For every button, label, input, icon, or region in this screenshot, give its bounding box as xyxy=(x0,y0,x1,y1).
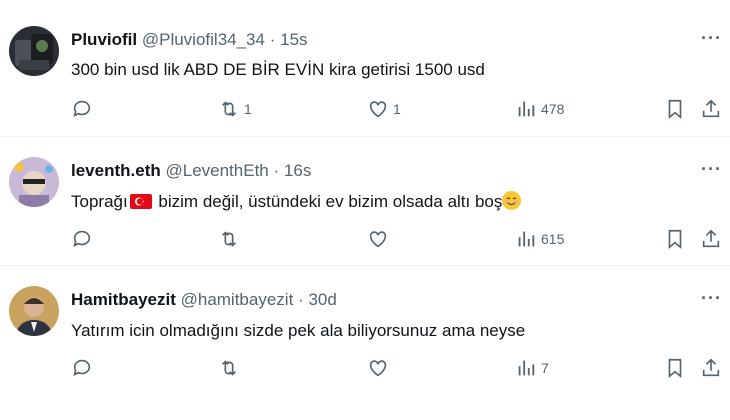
tweet-header: leventh.eth @LeventhEth · 16s xyxy=(71,161,311,181)
like-count: 1 xyxy=(393,101,401,117)
bookmark-button[interactable] xyxy=(664,97,686,121)
views-count: 615 xyxy=(541,231,565,247)
action-bar: 7 xyxy=(0,356,730,380)
share-button[interactable] xyxy=(700,227,722,251)
avatar[interactable] xyxy=(9,157,59,207)
share-icon xyxy=(702,229,720,248)
avatar-image xyxy=(9,157,59,207)
more-icon[interactable]: ··· xyxy=(701,288,722,309)
retweet-icon xyxy=(221,360,237,376)
tweet-header: Hamitbayezit @hamitbayezit · 30d xyxy=(71,290,337,310)
reply-button[interactable] xyxy=(71,356,97,380)
reply-icon xyxy=(73,359,91,376)
views-button[interactable]: 7 xyxy=(515,356,549,380)
tweet[interactable]: Hamitbayezit @hamitbayezit · 30d ··· Yat… xyxy=(0,266,730,420)
tweet-feed: Pluviofil @Pluviofil34_34 · 15s ··· 300 … xyxy=(0,0,730,420)
views-icon xyxy=(518,360,535,376)
tweet-text-part: bizim değil, üstündeki ev bizim olsada a… xyxy=(153,192,503,211)
bookmark-icon xyxy=(668,358,682,379)
like-button[interactable] xyxy=(367,356,393,380)
views-count: 478 xyxy=(541,101,565,117)
like-icon xyxy=(369,360,387,377)
author-name[interactable]: Pluviofil xyxy=(71,30,137,49)
tweet[interactable]: leventh.eth @LeventhEth · 16s ··· Toprağ… xyxy=(0,137,730,266)
views-button[interactable]: 478 xyxy=(515,97,564,121)
retweet-icon xyxy=(221,231,237,247)
reply-button[interactable] xyxy=(71,97,97,121)
tweet-header: Pluviofil @Pluviofil34_34 · 15s xyxy=(71,30,308,50)
bookmark-icon xyxy=(668,229,682,250)
avatar-image xyxy=(9,26,59,76)
bookmark-button[interactable] xyxy=(664,227,686,251)
tweet-text-part: Toprağı xyxy=(71,192,128,211)
retweet-count: 1 xyxy=(244,101,252,117)
views-button[interactable]: 615 xyxy=(515,227,564,251)
like-button[interactable] xyxy=(367,227,393,251)
retweet-button[interactable] xyxy=(218,227,244,251)
share-button[interactable] xyxy=(700,97,722,121)
tweet[interactable]: Pluviofil @Pluviofil34_34 · 15s ··· 300 … xyxy=(0,0,730,137)
tweet-time[interactable]: 15s xyxy=(280,30,307,49)
views-icon xyxy=(518,231,535,247)
share-button[interactable] xyxy=(700,356,722,380)
separator-dot: · xyxy=(269,30,276,49)
turkey-flag-icon xyxy=(129,194,152,209)
author-name[interactable]: leventh.eth xyxy=(71,161,161,180)
tweet-text: Yatırım icin olmadığını sizde pek ala bi… xyxy=(71,321,526,340)
retweet-icon xyxy=(221,101,237,117)
reply-icon xyxy=(73,100,91,117)
tweet-text: Toprağı bizim değil, üstündeki ev bizim … xyxy=(71,191,522,212)
more-icon[interactable]: ··· xyxy=(701,159,722,180)
like-icon xyxy=(369,231,387,248)
share-icon xyxy=(702,99,720,118)
views-icon xyxy=(518,101,535,117)
author-name[interactable]: Hamitbayezit xyxy=(71,290,176,309)
retweet-button[interactable]: 1 xyxy=(218,97,252,121)
author-handle[interactable]: @hamitbayezit xyxy=(181,290,294,309)
like-icon xyxy=(369,101,387,118)
author-handle[interactable]: @Pluviofil34_34 xyxy=(142,30,265,49)
more-icon[interactable]: ··· xyxy=(701,28,722,49)
separator-dot: · xyxy=(273,161,280,180)
bookmark-button[interactable] xyxy=(664,356,686,380)
tweet-time[interactable]: 30d xyxy=(308,290,336,309)
share-icon xyxy=(702,358,720,377)
author-handle[interactable]: @LeventhEth xyxy=(165,161,268,180)
avatar[interactable] xyxy=(9,286,59,336)
action-bar: 1 1 478 xyxy=(0,97,730,121)
avatar-image xyxy=(9,286,59,336)
bookmark-icon xyxy=(668,99,682,120)
views-count: 7 xyxy=(541,360,549,376)
smiling-face-icon xyxy=(502,191,522,210)
retweet-button[interactable] xyxy=(218,356,244,380)
reply-button[interactable] xyxy=(71,227,97,251)
separator-dot: · xyxy=(298,290,304,309)
action-bar: 615 xyxy=(0,227,730,251)
reply-icon xyxy=(73,230,91,247)
like-button[interactable]: 1 xyxy=(367,97,401,121)
tweet-time[interactable]: 16s xyxy=(284,161,311,180)
avatar[interactable] xyxy=(9,26,59,76)
tweet-text: 300 bin usd lik ABD DE BİR EVİN kira get… xyxy=(71,60,485,79)
